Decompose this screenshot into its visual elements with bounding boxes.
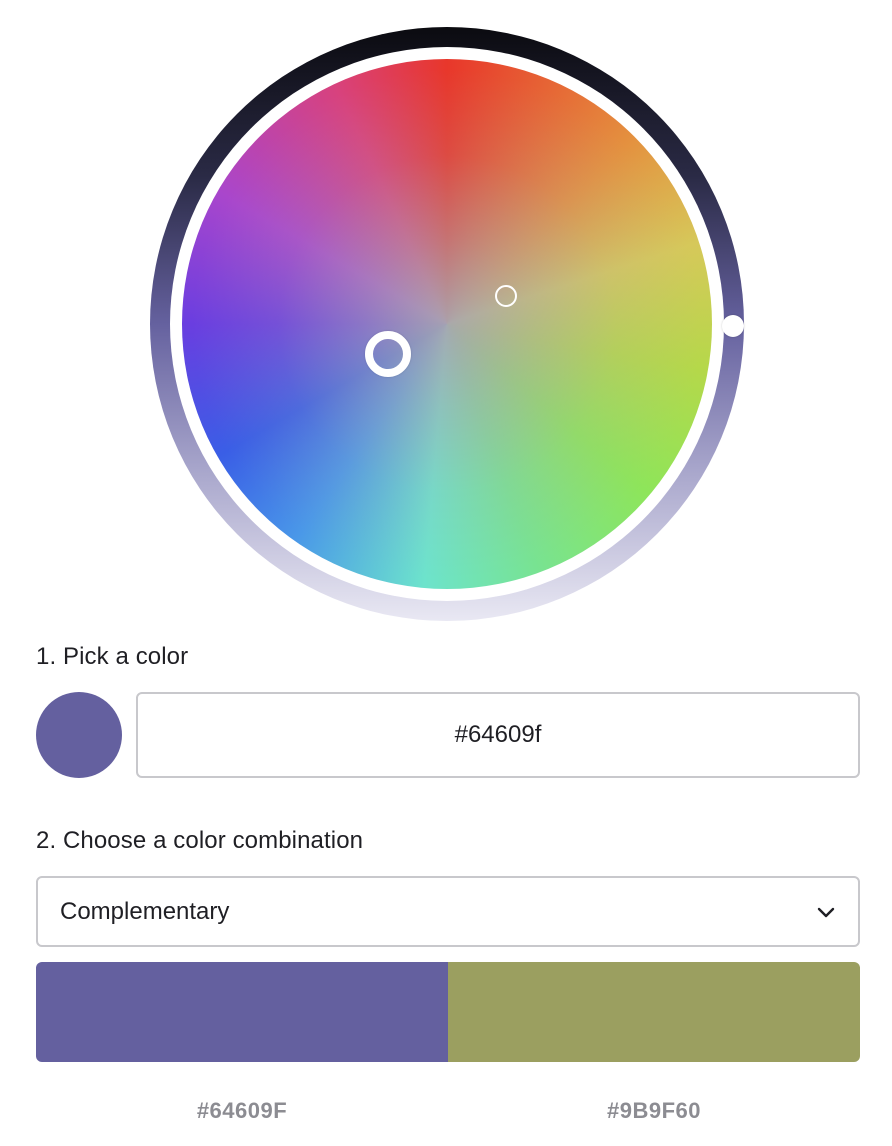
result-hex-code[interactable]: #9B9F60: [448, 1098, 860, 1124]
color-wheel-tool: 1. Pick a color 2. Choose a color combin…: [0, 0, 892, 1146]
primary-color-handle[interactable]: [365, 331, 411, 377]
chevron-down-icon: [817, 907, 835, 918]
result-hex-code[interactable]: #64609F: [36, 1098, 448, 1124]
result-color-block[interactable]: [448, 962, 860, 1062]
complementary-color-handle[interactable]: [495, 285, 517, 307]
color-combination-select[interactable]: Complementary: [36, 876, 860, 947]
hue-saturation-wheel[interactable]: [182, 59, 712, 589]
combination-result-swatches: [36, 962, 860, 1062]
color-combination-label: 2. Choose a color combination: [36, 827, 364, 854]
lightness-handle[interactable]: [722, 315, 744, 337]
hex-color-input[interactable]: [136, 692, 860, 778]
result-hex-codes: #64609F #9B9F60: [36, 1098, 860, 1124]
pick-color-label: 1. Pick a color: [36, 643, 189, 670]
color-wheel-widget[interactable]: [150, 27, 744, 621]
selected-color-swatch[interactable]: [36, 692, 122, 778]
combination-selected-value: Complementary: [60, 898, 230, 925]
result-color-block[interactable]: [36, 962, 448, 1062]
